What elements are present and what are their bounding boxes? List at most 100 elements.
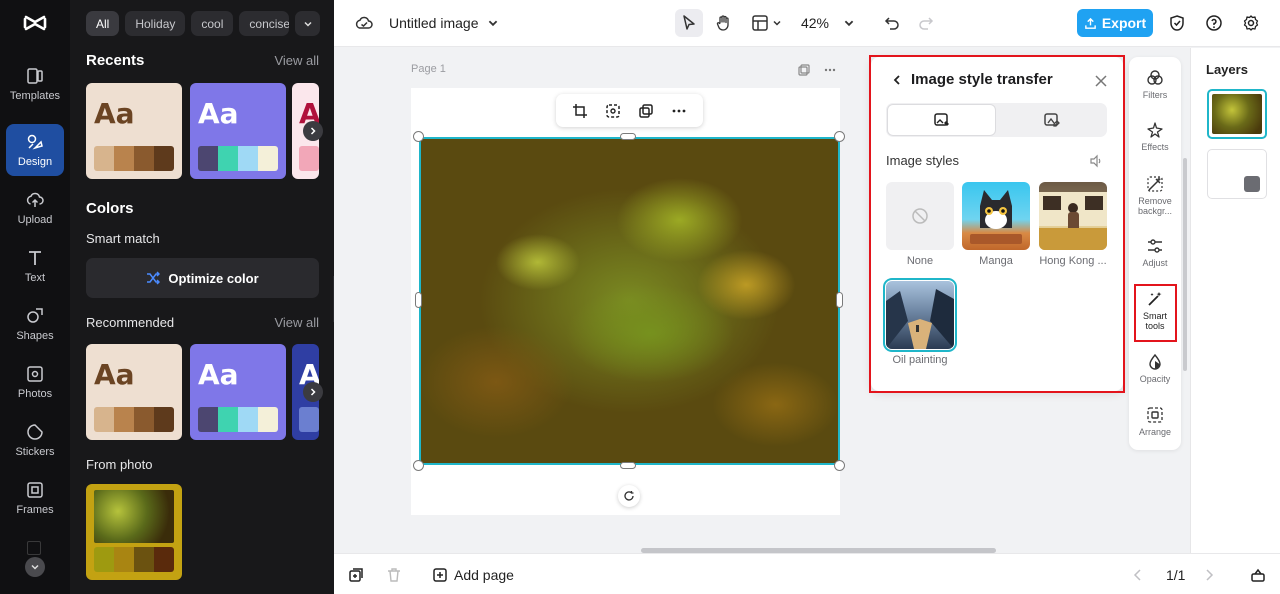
nav-design-label: Design (17, 155, 53, 168)
style-name: None (906, 255, 934, 267)
hand-tool-button[interactable] (710, 9, 738, 37)
add-page-button[interactable]: Add page (432, 554, 514, 594)
rotate-handle[interactable] (618, 485, 640, 507)
photos-icon (27, 365, 43, 382)
top-toolbar: Untitled image 42% Export (334, 0, 1280, 47)
palette-sample-text: Aa (198, 97, 239, 130)
optimize-color-button[interactable]: Optimize color (86, 258, 319, 298)
nav-templates[interactable]: Templates (6, 58, 64, 110)
tool-label: Smart tools (1142, 311, 1167, 331)
speaker-icon[interactable] (1089, 154, 1103, 168)
collapse-pages-button[interactable] (1250, 554, 1266, 594)
chip-concise[interactable]: concise (239, 11, 290, 36)
palette-card[interactable]: Aa (190, 344, 286, 440)
resize-handle[interactable] (415, 292, 422, 308)
tool-remove-background[interactable]: Remove backgr... (1129, 175, 1181, 216)
recommended-view-all[interactable]: View all (274, 315, 319, 330)
capcut-logo[interactable] (22, 10, 48, 36)
oil-painting-image[interactable] (419, 137, 840, 465)
manga-style-thumbnail (962, 182, 1030, 250)
nav-photos-label: Photos (17, 387, 53, 400)
help-button[interactable] (1204, 13, 1224, 33)
palette-sample-text: Aa (94, 97, 135, 130)
recommended-next-button[interactable] (303, 382, 323, 402)
cloud-sync-button[interactable] (354, 13, 374, 33)
resize-handle[interactable] (413, 131, 424, 142)
tool-filters[interactable]: Filters (1129, 69, 1181, 100)
chevron-right-icon (1206, 568, 1214, 581)
resize-handle[interactable] (834, 131, 845, 142)
undo-button[interactable] (882, 13, 902, 33)
photo-palette-card[interactable] (86, 484, 182, 580)
resize-handle[interactable] (836, 292, 843, 308)
tool-label: Filters (1142, 90, 1168, 100)
zoom-dropdown[interactable]: 42% (796, 9, 860, 37)
image-context-toolbar (556, 94, 703, 127)
chips-more-button[interactable] (295, 11, 321, 36)
shield-button[interactable] (1167, 13, 1187, 33)
back-arrow-icon[interactable] (891, 74, 903, 86)
shapes-icon (27, 307, 43, 323)
nav-stickers[interactable]: Stickers (6, 414, 64, 466)
nav-frames[interactable]: Frames (6, 472, 64, 524)
duplicate-icon[interactable] (638, 103, 654, 119)
recommended-title: Recommended (86, 315, 175, 330)
tool-label: Effects (1141, 142, 1169, 152)
resize-handle[interactable] (620, 133, 636, 140)
export-button[interactable]: Export (1077, 9, 1153, 37)
tool-smart-tools[interactable]: Smart tools (1129, 290, 1181, 331)
vertical-scrollbar[interactable] (1183, 158, 1187, 371)
tool-opacity[interactable]: Opacity (1129, 353, 1181, 384)
tool-effects[interactable]: Effects (1129, 121, 1181, 152)
resize-handle[interactable] (413, 460, 424, 471)
layer-item-background[interactable] (1207, 149, 1267, 199)
nav-upload[interactable]: Upload (6, 182, 64, 234)
custom-style-tab[interactable] (997, 104, 1106, 136)
chip-holiday[interactable]: Holiday (125, 11, 186, 36)
settings-button[interactable] (1241, 13, 1261, 33)
layout-dropdown-button[interactable] (746, 9, 786, 37)
style-name: Oil painting (892, 354, 948, 366)
resize-handle[interactable] (620, 462, 636, 469)
duplicate-page-icon[interactable] (797, 63, 811, 77)
duplicate-page-button[interactable] (348, 554, 364, 594)
recents-view-all[interactable]: View all (274, 53, 319, 68)
previous-page-button[interactable] (1130, 554, 1146, 594)
style-option-hong-kong[interactable]: Hong Kong ... (1039, 182, 1107, 267)
nav-design[interactable]: Design (6, 124, 64, 176)
image-style-tab[interactable] (887, 104, 996, 136)
style-option-oil-painting[interactable]: Oil painting (883, 278, 957, 366)
palette-card[interactable]: Aa (190, 83, 286, 179)
more-icon[interactable] (823, 63, 837, 77)
style-option-manga[interactable]: Manga (962, 182, 1030, 267)
nav-text[interactable]: Text (6, 240, 64, 292)
layer-item-image[interactable] (1207, 89, 1267, 139)
redo-icon (919, 17, 934, 30)
tool-adjust[interactable]: Adjust (1129, 237, 1181, 268)
rail-expand-button[interactable] (25, 557, 45, 577)
nav-shapes[interactable]: Shapes (6, 298, 64, 350)
resize-handle[interactable] (834, 460, 845, 471)
templates-icon (27, 67, 43, 84)
replace-image-icon[interactable] (605, 103, 621, 119)
palette-card[interactable]: Aa (86, 83, 182, 179)
more-icon[interactable] (671, 103, 687, 119)
tool-arrange[interactable]: Arrange (1129, 406, 1181, 437)
chip-cool[interactable]: cool (191, 11, 234, 36)
next-page-button[interactable] (1201, 554, 1217, 594)
close-icon[interactable] (1093, 73, 1109, 89)
redo-button[interactable] (916, 13, 936, 33)
from-photo-title: From photo (86, 457, 153, 472)
chip-all[interactable]: All (86, 11, 120, 36)
delete-page-button[interactable] (386, 554, 402, 594)
document-title-dropdown[interactable]: Untitled image (389, 13, 499, 33)
style-option-none[interactable]: None (886, 182, 954, 267)
select-tool-button[interactable] (675, 9, 703, 37)
palette-card[interactable]: Aa (86, 344, 182, 440)
text-icon (29, 250, 41, 265)
nav-photos[interactable]: Photos (6, 356, 64, 408)
recents-next-button[interactable] (303, 121, 323, 141)
crop-icon[interactable] (572, 103, 588, 119)
chevron-right-icon (310, 388, 316, 396)
chevron-right-icon (310, 127, 316, 135)
